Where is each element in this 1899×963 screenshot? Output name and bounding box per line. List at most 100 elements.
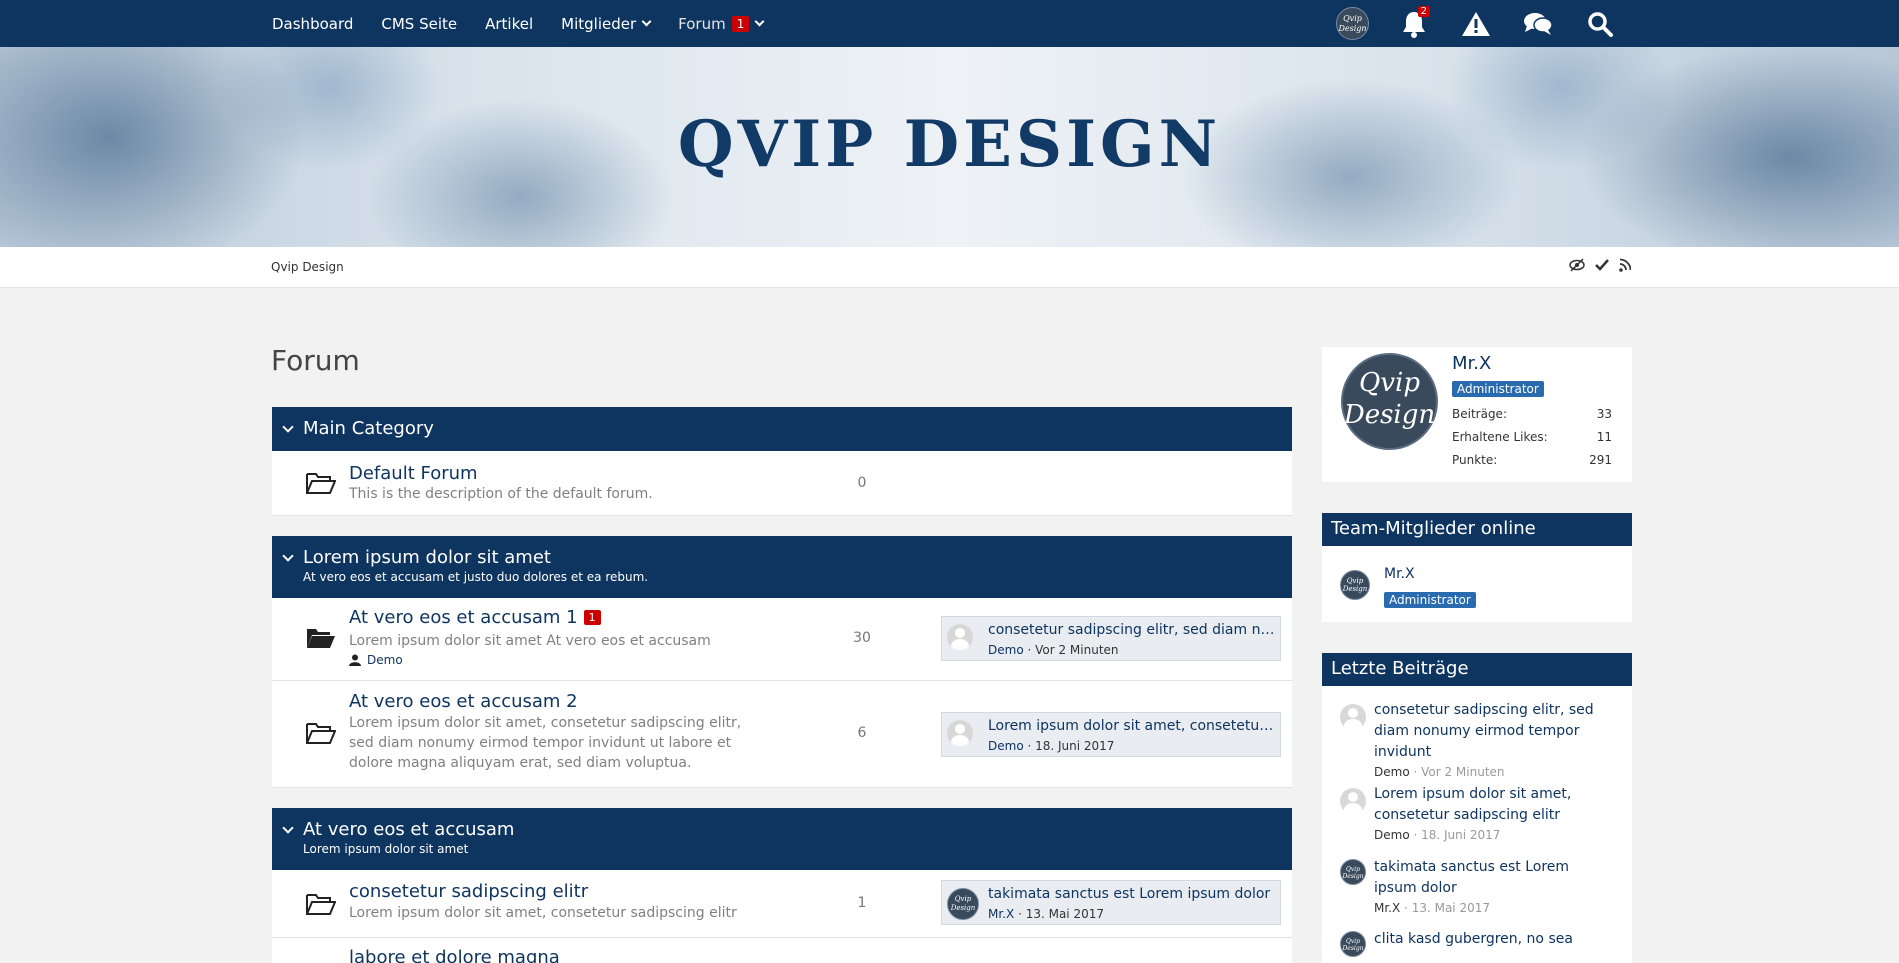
member-avatar[interactable]: Qvip Design: [1340, 570, 1370, 600]
last-post-user[interactable]: Mr.X: [988, 907, 1014, 921]
user-profile-box: Qvip Design Mr.X Administrator Beiträge:…: [1322, 347, 1632, 482]
last-post-title[interactable]: consetetur sadipscing elitr, sed diam no…: [988, 622, 1276, 638]
warning-icon: [1462, 11, 1490, 36]
recent-posts-list: consetetur sadipscing elitr, sed diam no…: [1322, 686, 1632, 963]
folder-open-icon: [306, 723, 336, 744]
check-icon[interactable]: [1595, 258, 1609, 272]
collapse-chevron-icon[interactable]: [282, 550, 294, 562]
post-author-avatar[interactable]: Qvip Design: [1340, 931, 1366, 957]
member-role: Administrator: [1384, 589, 1476, 608]
search-icon: [1588, 11, 1613, 37]
last-post-title[interactable]: Lorem ipsum dolor sit amet, consetetur s…: [988, 718, 1276, 734]
collapse-chevron-icon[interactable]: [282, 421, 294, 433]
last-post-time: 13. Mai 2017: [1025, 907, 1104, 921]
recent-post-meta: Demo · Vor 2 Minuten: [1374, 765, 1505, 779]
category-title[interactable]: Main Category: [303, 417, 1292, 440]
top-navigation-bar: Dashboard CMS Seite Artikel Mitglieder F…: [0, 0, 1899, 47]
breadcrumb-home[interactable]: Qvip Design: [271, 260, 344, 274]
recent-post-meta: Mr.X · 13. Mai 2017: [1374, 901, 1490, 915]
last-post-avatar[interactable]: Qvip Design: [947, 888, 979, 920]
nav-forum[interactable]: Forum 1: [678, 15, 765, 33]
user-icon: [349, 654, 361, 666]
chat-icon: [1524, 12, 1553, 35]
post-author-avatar[interactable]: [1340, 788, 1366, 814]
board-description: Lorem ipsum dolor sit amet At vero eos e…: [349, 633, 711, 649]
category-title[interactable]: Lorem ipsum dolor sit amet: [303, 546, 1292, 569]
category-header[interactable]: Lorem ipsum dolor sit amet At vero eos e…: [272, 536, 1292, 598]
board-row: Default Forum This is the description of…: [272, 451, 1292, 516]
nav-cms-seite[interactable]: CMS Seite: [381, 15, 457, 33]
recent-post-title[interactable]: Lorem ipsum dolor sit amet, consetetur s…: [1374, 784, 1614, 826]
profile-username[interactable]: Mr.X: [1452, 353, 1491, 374]
member-name[interactable]: Mr.X: [1384, 566, 1415, 582]
post-author-avatar[interactable]: [1340, 704, 1366, 730]
last-post-meta: Demo · 18. Juni 2017: [988, 739, 1115, 753]
category-main: Main Category Default Forum This is the …: [272, 407, 1292, 516]
nav-artikel[interactable]: Artikel: [485, 15, 533, 33]
sidebar: Qvip Design Mr.X Administrator Beiträge:…: [1322, 347, 1632, 963]
role-badge: Administrator: [1452, 381, 1544, 397]
stat-likes: Erhaltene Likes: 11: [1452, 430, 1612, 444]
forum-unread-badge: 1: [731, 15, 750, 32]
board-title[interactable]: Default Forum: [349, 463, 478, 484]
board-post-count: 30: [853, 630, 871, 646]
board-row: labore et dolore magna: [272, 938, 1292, 963]
collapse-chevron-icon[interactable]: [282, 822, 294, 834]
last-post-avatar[interactable]: [947, 624, 973, 650]
folder-open-icon: [306, 473, 336, 494]
box-title: Team-Mitglieder online: [1322, 513, 1632, 546]
search-button[interactable]: [1583, 7, 1617, 41]
site-logo[interactable]: QVIP DESIGN: [0, 107, 1899, 182]
category-header[interactable]: At vero eos et accusam Lorem ipsum dolor…: [272, 808, 1292, 870]
category-title[interactable]: At vero eos et accusam: [303, 818, 1292, 841]
last-post-meta: Demo · Vor 2 Minuten: [988, 643, 1119, 657]
category-header[interactable]: Main Category: [272, 407, 1292, 451]
recent-post-title[interactable]: takimata sanctus est Lorem ipsum dolor: [1374, 857, 1614, 899]
last-post-user[interactable]: Demo: [988, 739, 1024, 753]
profile-role: Administrator: [1452, 378, 1544, 397]
board-title[interactable]: At vero eos et accusam 2: [349, 691, 578, 712]
board-moderator[interactable]: Demo: [349, 653, 403, 667]
team-online-box: Team-Mitglieder online Qvip Design Mr.X …: [1322, 513, 1632, 622]
last-post[interactable]: Qvip Design takimata sanctus est Lorem i…: [941, 880, 1281, 925]
mark-read-eye-icon[interactable]: [1569, 258, 1585, 272]
board-description: Lorem ipsum dolor sit amet, consetetur s…: [349, 715, 742, 771]
recent-post-title[interactable]: consetetur sadipscing elitr, sed diam no…: [1374, 700, 1614, 763]
main-nav: Dashboard CMS Seite Artikel Mitglieder F…: [272, 0, 791, 47]
recent-post-title[interactable]: clita kasd gubergren, no sea: [1374, 929, 1614, 950]
last-post-avatar[interactable]: [947, 720, 973, 746]
role-badge: Administrator: [1384, 592, 1476, 608]
user-avatar[interactable]: Qvip Design: [1336, 7, 1369, 40]
board-post-count: 6: [857, 725, 867, 741]
unread-badge: 1: [583, 610, 601, 625]
page-title: Forum: [271, 344, 360, 377]
conversations-button[interactable]: [1521, 7, 1555, 41]
category-description: Lorem ipsum dolor sit amet: [303, 842, 469, 856]
forum-list: Main Category Default Forum This is the …: [272, 407, 1292, 963]
category-description: At vero eos et accusam et justo duo dolo…: [303, 570, 649, 584]
moderation-button[interactable]: [1459, 7, 1493, 41]
chevron-down-icon: [754, 16, 765, 27]
last-post[interactable]: consetetur sadipscing elitr, sed diam no…: [941, 616, 1281, 661]
last-post[interactable]: Lorem ipsum dolor sit amet, consetetur s…: [941, 712, 1281, 757]
last-post-meta: Mr.X · 13. Mai 2017: [988, 907, 1104, 921]
nav-mitglieder[interactable]: Mitglieder: [561, 15, 652, 33]
category-at-vero: At vero eos et accusam Lorem ipsum dolor…: [272, 808, 1292, 963]
rss-icon[interactable]: [1619, 258, 1631, 272]
breadcrumb-bar: Qvip Design: [0, 247, 1899, 288]
header-banner: QVIP DESIGN: [0, 47, 1899, 247]
last-post-user[interactable]: Demo: [988, 643, 1024, 657]
board-title[interactable]: At vero eos et accusam 11: [349, 607, 601, 628]
last-post-title[interactable]: takimata sanctus est Lorem ipsum dolor: [988, 886, 1276, 902]
board-post-count: 0: [857, 475, 867, 491]
board-title[interactable]: labore et dolore magna: [349, 947, 560, 963]
last-post-time: Vor 2 Minuten: [1035, 643, 1119, 657]
profile-avatar[interactable]: Qvip Design: [1341, 353, 1438, 450]
board-title[interactable]: consetetur sadipscing elitr: [349, 881, 588, 902]
post-author-avatar[interactable]: Qvip Design: [1340, 859, 1366, 885]
nav-dashboard[interactable]: Dashboard: [272, 15, 353, 33]
notification-count-badge: 2: [1417, 5, 1430, 17]
notifications-button[interactable]: 2: [1397, 5, 1431, 41]
board-row: consetetur sadipscing elitr Lorem ipsum …: [272, 870, 1292, 938]
recent-post-meta: Demo · 18. Juni 2017: [1374, 828, 1501, 842]
